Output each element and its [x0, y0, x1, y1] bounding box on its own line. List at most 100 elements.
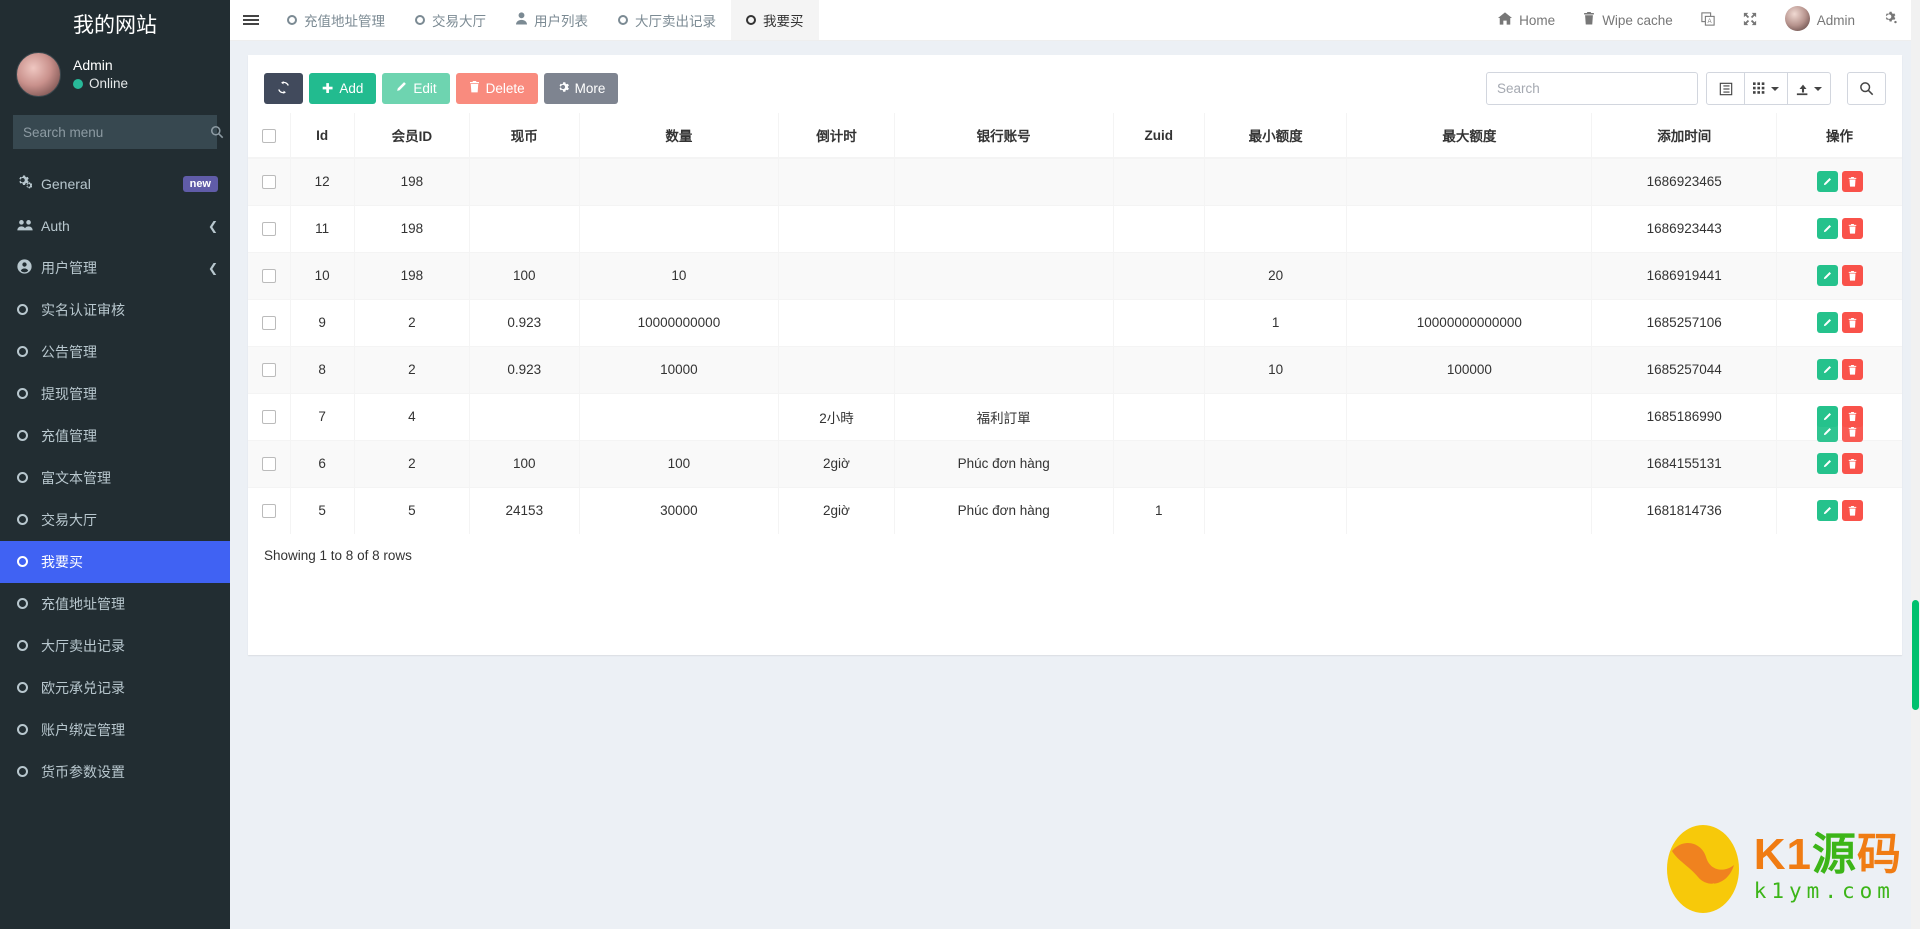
- header-tab-3[interactable]: 用户列表: [501, 0, 603, 40]
- search-menu-input[interactable]: [13, 125, 210, 140]
- table-row[interactable]: 1019810010201686919441: [248, 252, 1902, 299]
- sidebar-item-label: 公告管理: [41, 342, 218, 362]
- table-column-header[interactable]: 银行账号: [894, 113, 1113, 158]
- row-delete-button[interactable]: [1842, 421, 1863, 442]
- sidebar-item-1[interactable]: Generalnew: [0, 163, 230, 205]
- cell-amount: 30000: [579, 487, 779, 534]
- table-row[interactable]: 742小時福利訂單1685186990: [248, 393, 1902, 440]
- user-status-label: Online: [89, 75, 128, 93]
- select-all-checkbox[interactable]: [262, 129, 276, 143]
- cell-id: 5: [290, 487, 354, 534]
- row-checkbox[interactable]: [262, 222, 276, 236]
- header-tab-2[interactable]: 交易大厅: [400, 0, 501, 40]
- row-delete-button[interactable]: [1842, 265, 1863, 286]
- table-column-header[interactable]: Id: [290, 113, 354, 158]
- cell-countdown: 2giờ: [779, 487, 894, 534]
- delete-button[interactable]: Delete: [456, 73, 538, 105]
- hamburger-icon[interactable]: [230, 0, 272, 40]
- sidebar-item-7[interactable]: 充值管理: [0, 415, 230, 457]
- row-checkbox[interactable]: [262, 410, 276, 424]
- search-icon[interactable]: [210, 115, 224, 149]
- table-head: Id会员ID现币数量倒计时银行账号Zuid最小额度最大额度添加时间操作: [248, 113, 1902, 158]
- edit-button[interactable]: Edit: [382, 73, 449, 105]
- sidebar-item-6[interactable]: 提现管理: [0, 373, 230, 415]
- row-delete-button[interactable]: [1842, 218, 1863, 239]
- table-row[interactable]: 920.923100000000001100000000000001685257…: [248, 299, 1902, 346]
- cell-coin: [470, 393, 579, 440]
- scrollbar-thumb[interactable]: [1912, 600, 1919, 710]
- row-delete-button[interactable]: [1842, 453, 1863, 474]
- more-button-label: More: [575, 82, 606, 96]
- row-checkbox[interactable]: [262, 175, 276, 189]
- avatar: [1785, 6, 1810, 34]
- table-column-header[interactable]: Zuid: [1113, 113, 1204, 158]
- table-row[interactable]: 621001002giờPhúc đơn hàng1684155131: [248, 440, 1902, 487]
- header-action-home[interactable]: Home: [1484, 0, 1569, 41]
- columns-list-icon[interactable]: [1706, 72, 1745, 105]
- refresh-button[interactable]: [264, 73, 303, 105]
- more-button[interactable]: More: [544, 73, 619, 105]
- export-icon[interactable]: [1787, 72, 1831, 105]
- row-edit-button[interactable]: [1817, 453, 1838, 474]
- sidebar-item-3[interactable]: 用户管理❮: [0, 247, 230, 289]
- row-edit-button[interactable]: [1817, 359, 1838, 380]
- row-edit-button[interactable]: [1817, 421, 1838, 442]
- sidebar-search[interactable]: [13, 115, 217, 149]
- row-checkbox[interactable]: [262, 316, 276, 330]
- sidebar-item-2[interactable]: Auth❮: [0, 205, 230, 247]
- row-edit-button[interactable]: [1817, 312, 1838, 333]
- cell-amount: [579, 393, 779, 440]
- search-icon[interactable]: [1847, 72, 1886, 105]
- header-action-fullscreen[interactable]: [1729, 0, 1771, 41]
- row-checkbox[interactable]: [262, 457, 276, 471]
- header-action-gear[interactable]: [1869, 0, 1912, 41]
- table-column-header[interactable]: 最小额度: [1204, 113, 1346, 158]
- sidebar-item-12[interactable]: 大厅卖出记录: [0, 625, 230, 667]
- sidebar-item-10[interactable]: 我要买: [0, 541, 230, 583]
- row-delete-button[interactable]: [1842, 500, 1863, 521]
- table-row[interactable]: 820.92310000101000001685257044: [248, 346, 1902, 393]
- header-tab-4[interactable]: 大厅卖出记录: [603, 0, 731, 40]
- header-action-trash[interactable]: Wipe cache: [1569, 0, 1687, 41]
- sidebar-item-13[interactable]: 欧元承兑记录: [0, 667, 230, 709]
- table-row[interactable]: 111981686923443: [248, 205, 1902, 252]
- sidebar-item-9[interactable]: 交易大厅: [0, 499, 230, 541]
- table-column-header[interactable]: 添加时间: [1592, 113, 1777, 158]
- header-tab-5[interactable]: 我要买: [731, 0, 819, 40]
- header-action-user[interactable]: Admin: [1771, 0, 1869, 41]
- sidebar-item-8[interactable]: 富文本管理: [0, 457, 230, 499]
- row-delete-button[interactable]: [1842, 312, 1863, 333]
- sidebar-item-15[interactable]: 货币参数设置: [0, 751, 230, 793]
- header-action-language[interactable]: A: [1687, 0, 1729, 41]
- header-tab-label: 用户列表: [534, 10, 588, 30]
- table-column-header[interactable]: 数量: [579, 113, 779, 158]
- table-column-header[interactable]: 最大额度: [1347, 113, 1592, 158]
- row-edit-button[interactable]: [1817, 265, 1838, 286]
- row-edit-button[interactable]: [1817, 500, 1838, 521]
- row-edit-button[interactable]: [1817, 171, 1838, 192]
- grid-icon[interactable]: [1744, 72, 1788, 105]
- table-column-header[interactable]: 倒计时: [779, 113, 894, 158]
- gear-icon: [1883, 11, 1898, 29]
- sidebar-item-14[interactable]: 账户绑定管理: [0, 709, 230, 751]
- table-column-header[interactable]: 会员ID: [354, 113, 469, 158]
- sidebar-item-5[interactable]: 公告管理: [0, 331, 230, 373]
- sidebar-item-4[interactable]: 实名认证审核: [0, 289, 230, 331]
- add-button[interactable]: ✚ Add: [309, 73, 376, 105]
- row-delete-button[interactable]: [1842, 171, 1863, 192]
- cell-min: 10: [1204, 346, 1346, 393]
- table-column-header[interactable]: 操作: [1777, 113, 1902, 158]
- sidebar-item-11[interactable]: 充值地址管理: [0, 583, 230, 625]
- row-checkbox[interactable]: [262, 504, 276, 518]
- table-row[interactable]: 121981686923465: [248, 158, 1902, 205]
- table-row[interactable]: 5524153300002giờPhúc đơn hàng11681814736: [248, 487, 1902, 534]
- header-tab-1[interactable]: 充值地址管理: [272, 0, 400, 40]
- search-input[interactable]: [1486, 72, 1698, 105]
- vertical-scrollbar[interactable]: [1911, 0, 1920, 929]
- row-edit-button[interactable]: [1817, 218, 1838, 239]
- brand-title: 我的网站: [0, 0, 230, 52]
- row-delete-button[interactable]: [1842, 359, 1863, 380]
- row-checkbox[interactable]: [262, 363, 276, 377]
- row-checkbox[interactable]: [262, 269, 276, 283]
- table-column-header[interactable]: 现币: [470, 113, 579, 158]
